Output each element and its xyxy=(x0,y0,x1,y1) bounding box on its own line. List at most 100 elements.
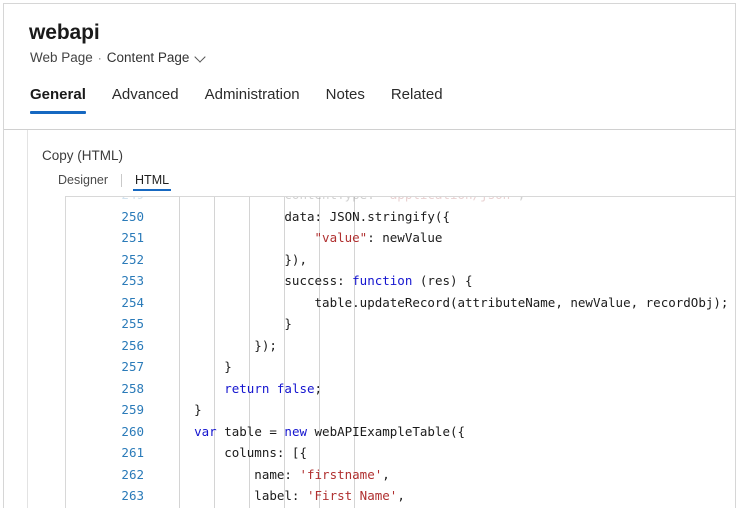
code-token: data: JSON.stringify({ xyxy=(164,209,450,224)
tab-notes[interactable]: Notes xyxy=(313,86,378,114)
code-text: data: JSON.stringify({ xyxy=(164,206,450,228)
editor-mode-tabs: Designer HTML xyxy=(56,172,171,192)
line-number: 249 xyxy=(66,196,144,206)
code-text: } xyxy=(164,399,202,421)
code-text: }), xyxy=(164,249,307,271)
line-number: 258 xyxy=(66,378,144,400)
code-token: } xyxy=(164,402,202,417)
tab-advanced[interactable]: Advanced xyxy=(99,86,192,114)
line-number: 261 xyxy=(66,442,144,464)
tab-label: Notes xyxy=(326,86,365,103)
code-line: 251 "value": newValue xyxy=(66,227,736,249)
code-token: name: xyxy=(164,467,299,482)
code-line: 249 contentType: "application/json", xyxy=(66,196,736,206)
html-code-editor[interactable]: 249 contentType: "application/json",250 … xyxy=(65,196,736,508)
line-number: 251 xyxy=(66,227,144,249)
code-text: contentType: "application/json", xyxy=(164,196,525,206)
code-line: 254 table.updateRecord(attributeName, ne… xyxy=(66,292,736,314)
code-token: , xyxy=(382,467,390,482)
subtab-divider xyxy=(121,174,122,187)
code-text: }); xyxy=(164,335,277,357)
code-token xyxy=(269,381,277,396)
tab-related[interactable]: Related xyxy=(378,86,456,114)
subtab-designer[interactable]: Designer xyxy=(56,173,110,191)
tab-label: Administration xyxy=(205,86,300,103)
code-token: return xyxy=(224,381,269,396)
line-number: 253 xyxy=(66,270,144,292)
code-token: "value" xyxy=(315,230,368,245)
code-token xyxy=(164,381,224,396)
code-token: new xyxy=(284,424,307,439)
code-line: 256 }); xyxy=(66,335,736,357)
code-token: ; xyxy=(315,381,323,396)
code-token: (res) { xyxy=(412,273,472,288)
code-line: 250 data: JSON.stringify({ xyxy=(66,206,736,228)
form-tab-strip: General Advanced Administration Notes Relate… xyxy=(30,86,456,114)
subtab-label: HTML xyxy=(135,173,169,187)
code-text: } xyxy=(164,313,292,335)
code-token: columns: [{ xyxy=(164,445,307,460)
code-token: 'First Name' xyxy=(307,488,397,503)
code-token: } xyxy=(164,359,232,374)
record-form-page: webapi Web Page · Content Page General Ad… xyxy=(0,0,752,508)
code-line: 252 }), xyxy=(66,249,736,271)
form-selector-label: Content Page xyxy=(107,50,190,65)
form-body: Copy (HTML) Designer HTML 249 contentType… xyxy=(4,130,735,508)
tab-general[interactable]: General xyxy=(30,86,99,114)
code-token: , xyxy=(397,488,405,503)
record-subtitle: Web Page · Content Page xyxy=(30,50,205,65)
code-line: 260 var table = new webAPIExampleTable({ xyxy=(66,421,736,443)
chevron-down-icon xyxy=(196,53,205,62)
code-token: table = xyxy=(217,424,285,439)
line-number: 263 xyxy=(66,485,144,507)
code-token: webAPIExampleTable({ xyxy=(307,424,465,439)
tab-label: General xyxy=(30,86,86,103)
code-text: return false; xyxy=(164,378,322,400)
tab-administration[interactable]: Administration xyxy=(192,86,313,114)
code-line: 258 return false; xyxy=(66,378,736,400)
code-token: }), xyxy=(164,252,307,267)
code-token xyxy=(164,230,315,245)
tab-label: Advanced xyxy=(112,86,179,103)
code-token: 'firstname' xyxy=(299,467,382,482)
tab-label: Related xyxy=(391,86,443,103)
code-text: name: 'firstname', xyxy=(164,464,390,486)
code-token: contentType: xyxy=(164,196,382,202)
editor-lines: 249 contentType: "application/json",250 … xyxy=(66,196,736,508)
code-line: 255 } xyxy=(66,313,736,335)
code-token: label: xyxy=(164,488,307,503)
line-number: 257 xyxy=(66,356,144,378)
code-token: function xyxy=(352,273,412,288)
code-text: var table = new webAPIExampleTable({ xyxy=(164,421,465,443)
code-token: table.updateRecord(attributeName, newVal… xyxy=(164,295,728,310)
form-section: Copy (HTML) Designer HTML 249 contentType… xyxy=(27,130,735,508)
line-number: 262 xyxy=(66,464,144,486)
record-header: webapi Web Page · Content Page General Ad… xyxy=(4,4,735,130)
code-text: label: 'First Name', xyxy=(164,485,405,507)
form-selector[interactable]: Content Page xyxy=(107,50,206,65)
code-line: 261 columns: [{ xyxy=(66,442,736,464)
code-token: false xyxy=(277,381,315,396)
code-token: success: xyxy=(164,273,352,288)
line-number: 256 xyxy=(66,335,144,357)
code-line: 253 success: function (res) { xyxy=(66,270,736,292)
code-token: }); xyxy=(164,338,277,353)
subtab-label: Designer xyxy=(58,173,108,187)
code-token: var xyxy=(194,424,217,439)
record-frame: webapi Web Page · Content Page General Ad… xyxy=(3,3,736,508)
code-token: , xyxy=(518,196,526,202)
line-number: 252 xyxy=(66,249,144,271)
entity-type-label: Web Page xyxy=(30,50,93,65)
code-token: "application/json" xyxy=(382,196,517,202)
code-text: success: function (res) { xyxy=(164,270,473,292)
code-line: 257 } xyxy=(66,356,736,378)
line-number: 254 xyxy=(66,292,144,314)
code-text: "value": newValue xyxy=(164,227,442,249)
field-label-copy-html: Copy (HTML) xyxy=(42,148,123,163)
page-title: webapi xyxy=(29,21,100,45)
code-token: : newValue xyxy=(367,230,442,245)
code-line: 263 label: 'First Name', xyxy=(66,485,736,507)
code-line: 259 } xyxy=(66,399,736,421)
line-number: 260 xyxy=(66,421,144,443)
subtab-html[interactable]: HTML xyxy=(133,173,171,191)
